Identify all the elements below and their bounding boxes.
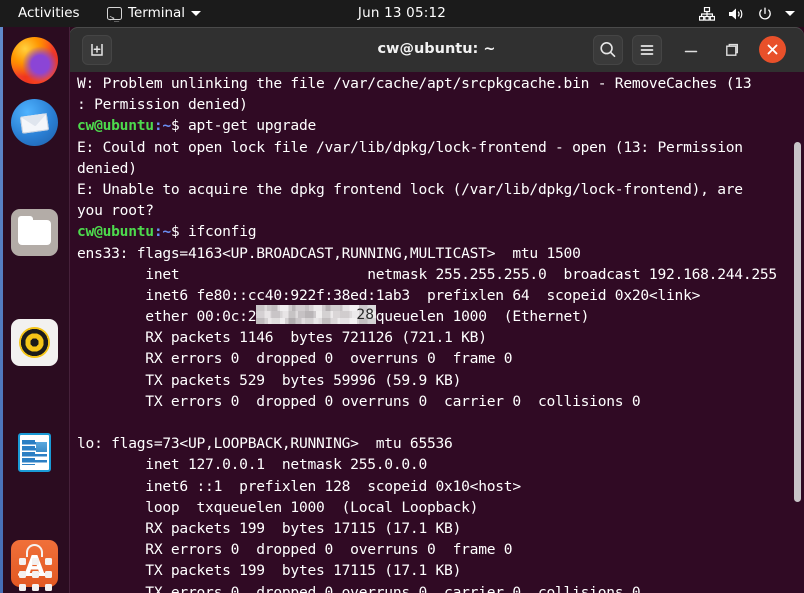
hamburger-menu-icon [640,45,654,55]
dock-item-files[interactable] [11,209,58,256]
prompt-symbol: $ apt-get upgrade [170,117,317,135]
terminal-output-line [77,412,791,433]
search-icon [600,41,616,58]
redaction-visible-tail: 28 [356,306,374,323]
terminal-output-line: loop txqueuelen 1000 (Local Loopback) [77,498,479,516]
dock-item-libreoffice-writer[interactable] [11,429,58,476]
ubuntu-dock [0,27,70,593]
grid-dot [32,571,39,578]
terminal-output-line: you root? [77,202,154,220]
terminal-output-line: ens33: flags=4163<UP.BROADCAST,RUNNING,M… [77,244,581,262]
prompt-user: cw@ubuntu [77,117,154,135]
terminal-command-line: cw@ubuntu:~$ ifconfig [77,221,791,242]
gnome-top-bar: Activities Terminal Jun 13 05:12 [0,0,804,33]
terminal-output-line: TX errors 0 dropped 0 overruns 0 carrier… [77,392,641,410]
terminal-output-line: RX errors 0 dropped 0 overruns 0 frame 0 [77,541,513,559]
prompt-path: :~ [153,223,171,241]
minimize-icon [684,50,698,53]
tray-chevron-down-icon[interactable] [785,11,795,16]
search-button[interactable] [593,35,623,65]
show-applications-button[interactable] [11,550,58,593]
grid-dot [19,571,26,578]
terminal-output-line: TX packets 199 bytes 17115 (17.1 KB) [77,562,462,580]
terminal-output-line: ether 00:0c:29:df:0d:f3 txqueuelen 1000 … [145,308,590,326]
ubuntu-desktop-screenshot: Activities Terminal Jun 13 05:12 [0,0,804,593]
terminal-output-line: denied) [77,159,137,177]
prompt-user: cw@ubuntu [77,223,154,241]
system-tray[interactable] [699,0,795,27]
terminal-scrollbar[interactable] [791,72,804,593]
maximize-button[interactable] [717,35,747,65]
terminal-output: W: Problem unlinking the file /var/cache… [77,73,791,593]
dock-item-rhythmbox[interactable] [11,319,58,366]
dock-item-thunderbird[interactable] [11,99,58,146]
redacted-ip-address: 28 [256,305,376,324]
grid-dot [45,584,52,591]
terminal-output-line: : Permission denied) [77,96,248,114]
terminal-output-line: RX packets 199 bytes 17115 (17.1 KB) [77,519,462,537]
dock-accent-bar [0,27,3,593]
grid-dot [32,558,39,565]
grid-dot [19,558,26,565]
grid-dot [19,584,26,591]
terminal-command-line: cw@ubuntu:~$ apt-get upgrade [77,115,791,136]
maximize-icon [726,43,738,56]
network-icon [699,6,715,21]
terminal-output-line: inet6 ::1 prefixlen 128 scopeid 0x10<hos… [77,477,521,495]
terminal-output-line: RX packets 1146 bytes 721126 (721.1 KB) [77,329,487,347]
dock-item-firefox[interactable] [11,37,58,84]
grid-dot [32,584,39,591]
minimize-button[interactable] [676,35,706,65]
terminal-output-line: inet6 fe80::cc40:922f:38ed:1ab3 prefixle… [77,286,701,304]
terminal-output-line: W: Problem unlinking the file /var/cache… [77,75,752,92]
terminal-output-line: E: Could not open lock file /var/lib/dpk… [77,138,743,156]
clock[interactable]: Jun 13 05:12 [0,0,804,27]
close-button[interactable] [759,36,786,63]
grid-dot [45,558,52,565]
terminal-output-line: inet netmask 255.255.255.0 broadcast 192… [77,265,777,283]
terminal-titlebar[interactable]: cw@ubuntu: ~ [69,27,804,72]
terminal-output-line: lo: flags=73<UP,LOOPBACK,RUNNING> mtu 65… [77,435,453,453]
scrollbar-thumb[interactable] [794,142,801,502]
prompt-path: :~ [153,117,171,135]
terminal-window: cw@ubuntu: ~ W: Problem unlinking the fi… [69,27,804,593]
new-tab-icon [91,44,103,56]
prompt-symbol: $ ifconfig [170,223,257,241]
menu-button[interactable] [632,35,662,65]
power-icon [759,7,771,19]
new-tab-button[interactable] [82,35,112,65]
terminal-output-line: inet 127.0.0.1 netmask 255.0.0.0 [77,456,427,474]
terminal-output-line: RX errors 0 dropped 0 overruns 0 frame 0 [77,350,513,368]
volume-icon [729,8,743,19]
terminal-output-line: TX packets 529 bytes 59996 (59.9 KB) [77,371,462,389]
terminal-body[interactable]: W: Problem unlinking the file /var/cache… [69,72,804,593]
close-icon [767,44,778,55]
grid-dot [45,571,52,578]
terminal-output-line: TX errors 0 dropped 0 overruns 0 carrier… [77,583,641,593]
terminal-output-line: E: Unable to acquire the dpkg frontend l… [77,180,743,198]
